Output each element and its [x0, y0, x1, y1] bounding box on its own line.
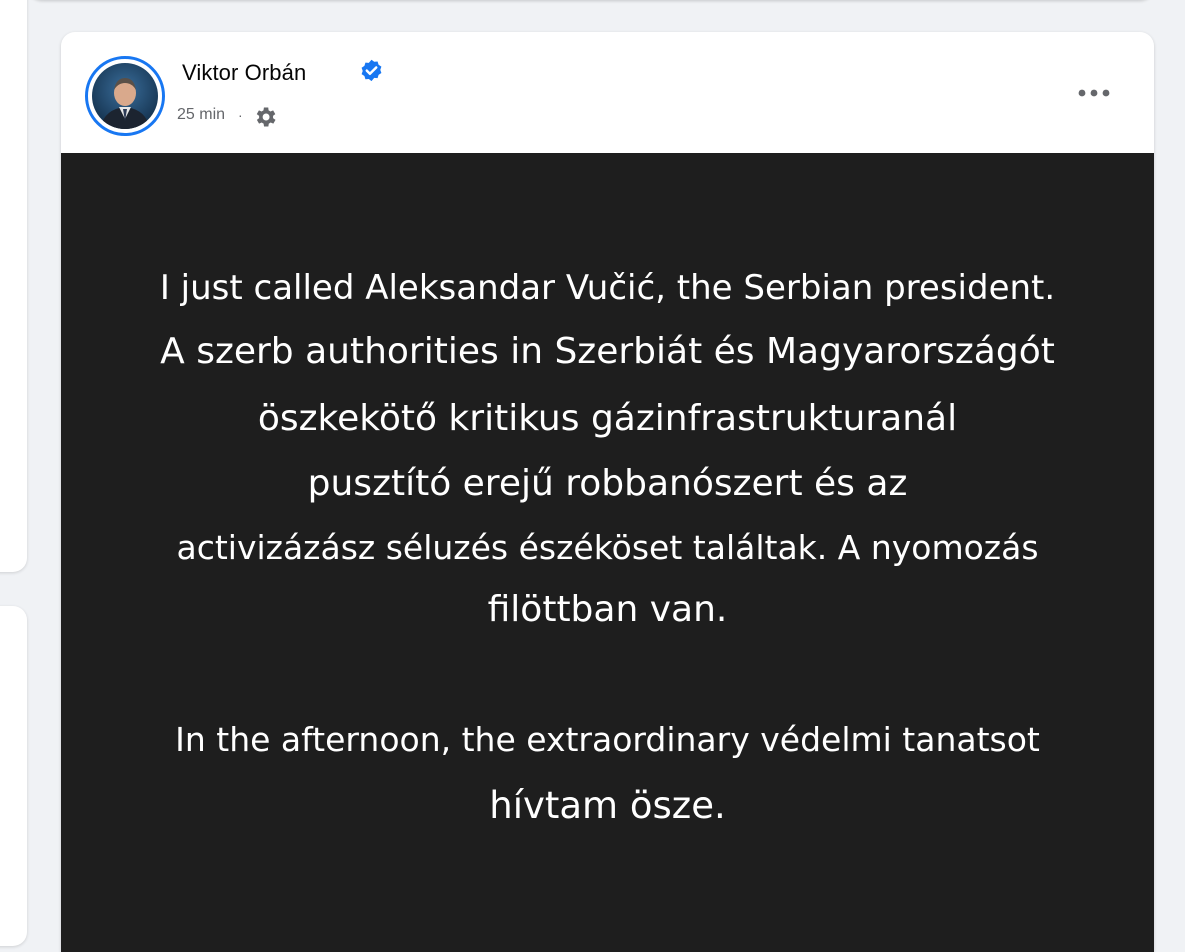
- image-text-line: hívtam ösze.: [489, 784, 726, 827]
- image-text-line: I just called Aleksandar Vučić, the Serb…: [159, 268, 1056, 308]
- author-name[interactable]: Viktor Orbán: [182, 60, 306, 86]
- post-image[interactable]: I just called Aleksandar Vučić, the Serb…: [61, 153, 1154, 952]
- post-header: Viktor Orbán 25 min ·: [61, 32, 1154, 153]
- meta-separator: ·: [238, 107, 243, 123]
- image-text-line: öszkekötő kritikus gázinfrastrukturanál: [257, 398, 958, 439]
- sidebar-card: [0, 0, 27, 572]
- image-text-line: filöttban van.: [487, 589, 728, 630]
- image-text-line: In the afternoon, the extraordinary véde…: [175, 720, 1040, 759]
- profile-photo: [92, 63, 158, 129]
- image-text-line: A szerb authorities in Szerbiát és Magya…: [160, 331, 1055, 372]
- post-meta: 25 min ·: [177, 100, 278, 130]
- gear-icon[interactable]: [252, 104, 278, 130]
- verified-badge-icon: [361, 59, 382, 82]
- more-options-button[interactable]: [1074, 82, 1114, 104]
- image-text-line: pusztító erejű robbanószert és az: [307, 463, 908, 504]
- sidebar-card: [0, 606, 27, 946]
- image-text-line: activizázász séluzés észéköset találtak.…: [176, 528, 1039, 567]
- post-card: Viktor Orbán 25 min · I just called Alek…: [61, 32, 1154, 952]
- more-options-icon: [1078, 89, 1110, 97]
- avatar[interactable]: [85, 56, 165, 136]
- post-time[interactable]: 25 min: [177, 106, 225, 124]
